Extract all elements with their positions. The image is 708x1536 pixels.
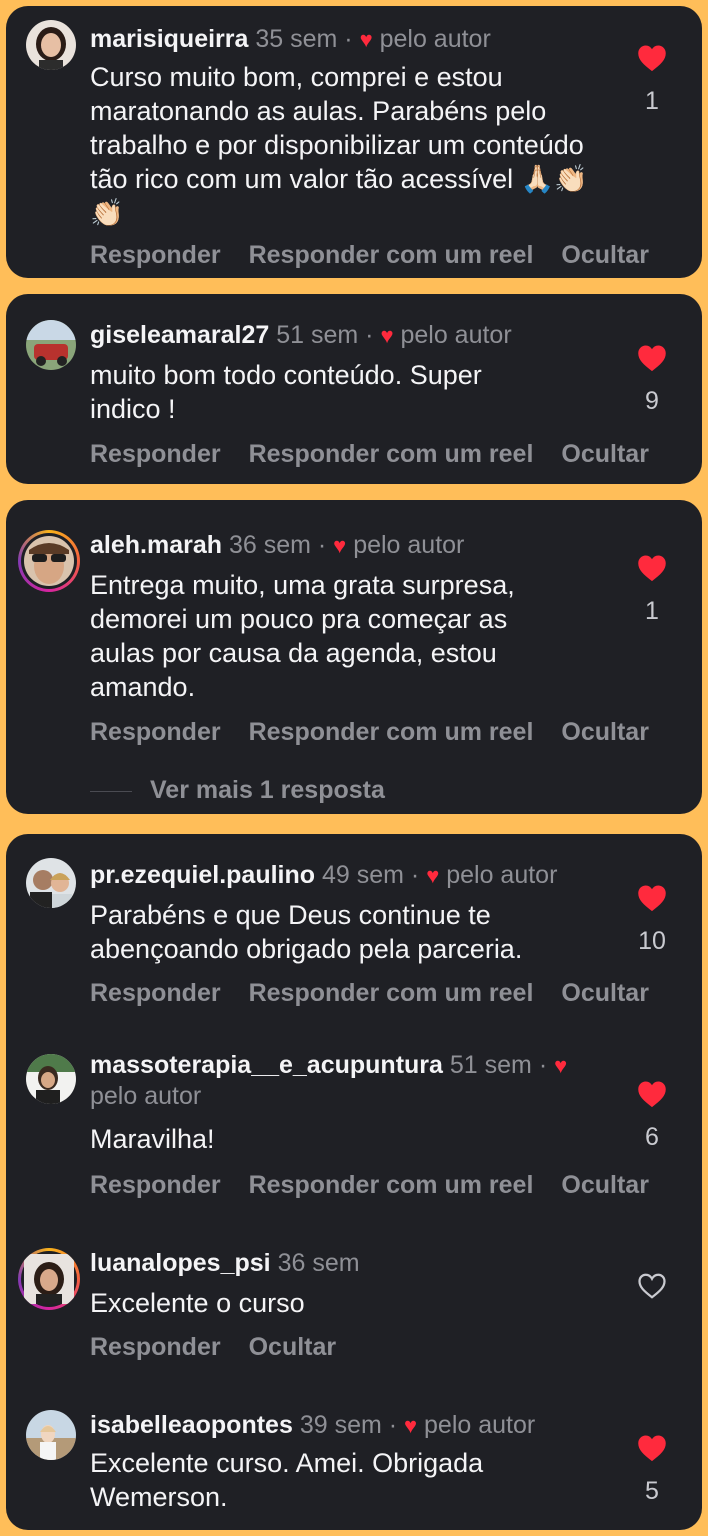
like-control: 9 xyxy=(632,344,672,416)
reply-button[interactable]: Responder xyxy=(90,1171,221,1199)
comment-header: aleh.marah 36 sem · ♥ pelo autor xyxy=(90,531,465,559)
hide-button[interactable]: Ocultar xyxy=(249,1333,337,1361)
comment-text: Maravilha! xyxy=(90,1124,215,1154)
comment-text: Excelente curso. Amei. Obrigada Wemerson… xyxy=(90,1448,484,1512)
comment-text: Excelente o curso xyxy=(90,1288,305,1318)
username[interactable]: aleh.marah xyxy=(90,531,222,559)
like-control: 1 xyxy=(632,44,672,116)
avatar[interactable] xyxy=(26,1054,76,1104)
reply-button[interactable]: Responder xyxy=(90,979,221,1007)
timestamp: 36 sem xyxy=(277,1249,360,1277)
avatar[interactable] xyxy=(26,858,76,908)
like-control xyxy=(632,1272,672,1300)
like-control: 6 xyxy=(632,1080,672,1152)
timestamp: 51 sem xyxy=(276,321,359,349)
username[interactable]: pr.ezequiel.paulino xyxy=(90,861,315,889)
username[interactable]: luanalopes_psi xyxy=(90,1249,271,1277)
liked-by-author-label: pelo autor xyxy=(90,1082,202,1110)
comment-actions: Responder Responder com um reel Ocultar xyxy=(90,1170,690,1200)
reply-button[interactable]: Responder xyxy=(90,718,221,746)
heart-outline-icon[interactable] xyxy=(637,1272,667,1300)
hide-button[interactable]: Ocultar xyxy=(561,440,649,468)
liked-by-author-label: pelo autor xyxy=(424,1411,536,1439)
liked-by-author-label: pelo autor xyxy=(446,861,558,889)
reply-with-reel-button[interactable]: Responder com um reel xyxy=(249,241,534,269)
author-heart-icon: ♥ xyxy=(359,27,373,52)
reply-with-reel-button[interactable]: Responder com um reel xyxy=(249,979,534,1007)
avatar[interactable] xyxy=(26,1410,76,1460)
hide-button[interactable]: Ocultar xyxy=(561,241,649,269)
comment-text: Entrega muito, uma grata surpresa, demor… xyxy=(90,570,515,702)
comment-actions: Responder Responder com um reel Ocultar xyxy=(90,717,690,747)
reply-with-reel-button[interactable]: Responder com um reel xyxy=(249,718,534,746)
comment-text: muito bom todo conteúdo. Super indico ! xyxy=(90,360,482,424)
divider xyxy=(90,790,132,792)
liked-by-author-label: pelo autor xyxy=(353,531,465,559)
timestamp: 49 sem xyxy=(322,861,404,889)
comment-text: Parabéns e que Deus continue te abençoan… xyxy=(90,900,523,964)
hide-button[interactable]: Ocultar xyxy=(561,718,649,746)
reply-with-reel-button[interactable]: Responder com um reel xyxy=(249,440,534,468)
like-control: 10 xyxy=(632,884,672,956)
comment-header: massoterapia__e_acupuntura 51 sem · ♥ pe… xyxy=(90,1051,568,1110)
comment-actions: Responder Responder com um reel Ocultar xyxy=(90,978,690,1008)
like-count: 1 xyxy=(645,87,659,115)
timestamp: 36 sem xyxy=(228,531,311,559)
hide-button[interactable]: Ocultar xyxy=(561,1171,649,1199)
avatar[interactable] xyxy=(26,20,76,70)
timestamp: 51 sem xyxy=(449,1051,532,1079)
comment-card: pr.ezequiel.paulino 49 sem · ♥ pelo auto… xyxy=(6,834,702,1530)
avatar-with-story-ring[interactable] xyxy=(18,530,80,592)
comment-header: marisiqueirra 35 sem · ♥ pelo autor xyxy=(90,25,491,53)
author-heart-icon: ♥ xyxy=(426,863,440,888)
comment-header: luanalopes_psi 36 sem xyxy=(90,1248,600,1278)
comment-actions: Responder Responder com um reel Ocultar xyxy=(90,439,690,469)
reply-button[interactable]: Responder xyxy=(90,1333,221,1361)
username[interactable]: giseleamaral27 xyxy=(90,321,269,349)
comment-actions: Responder Responder com um reel Ocultar xyxy=(90,240,690,270)
liked-by-author-label: pelo autor xyxy=(400,321,512,349)
username[interactable]: marisiqueirra xyxy=(90,25,248,53)
reply-button[interactable]: Responder xyxy=(90,241,221,269)
liked-by-author-label: pelo autor xyxy=(379,25,491,53)
reply-button[interactable]: Responder xyxy=(90,440,221,468)
view-more-replies-label[interactable]: Ver mais 1 resposta xyxy=(150,776,385,804)
comment-header: pr.ezequiel.paulino 49 sem · ♥ pelo auto… xyxy=(90,861,558,889)
like-control: 5 xyxy=(632,1434,672,1506)
comment-actions: Responder Ocultar xyxy=(90,1332,690,1362)
heart-filled-icon[interactable] xyxy=(637,554,667,582)
comment-header: isabelleaopontes 39 sem · ♥ pelo autor xyxy=(90,1411,536,1439)
comment-text: Curso muito bom, comprei e estou maraton… xyxy=(90,62,588,228)
author-heart-icon: ♥ xyxy=(333,533,347,558)
like-count: 1 xyxy=(645,597,659,625)
username[interactable]: isabelleaopontes xyxy=(90,1411,293,1439)
username[interactable]: massoterapia__e_acupuntura xyxy=(90,1051,443,1079)
timestamp: 35 sem xyxy=(255,25,338,53)
reply-with-reel-button[interactable]: Responder com um reel xyxy=(249,1171,534,1199)
heart-filled-icon[interactable] xyxy=(637,44,667,72)
heart-filled-icon[interactable] xyxy=(637,884,667,912)
heart-filled-icon[interactable] xyxy=(637,1080,667,1108)
hide-button[interactable]: Ocultar xyxy=(561,979,649,1007)
like-count: 5 xyxy=(645,1477,659,1505)
comment-card: giseleamaral27 51 sem · ♥ pelo autor mui… xyxy=(6,294,702,484)
like-count: 9 xyxy=(645,387,659,415)
heart-filled-icon[interactable] xyxy=(637,344,667,372)
comment-card: aleh.marah 36 sem · ♥ pelo autor Entrega… xyxy=(6,500,702,814)
comment-header: giseleamaral27 51 sem · ♥ pelo autor xyxy=(90,321,512,349)
heart-filled-icon[interactable] xyxy=(637,1434,667,1462)
author-heart-icon: ♥ xyxy=(404,1413,418,1438)
like-control: 1 xyxy=(632,554,672,626)
avatar[interactable] xyxy=(26,320,76,370)
author-heart-icon: ♥ xyxy=(554,1053,568,1078)
timestamp: 39 sem xyxy=(299,1411,382,1439)
comment-card: marisiqueirra 35 sem · ♥ pelo autor Curs… xyxy=(6,6,702,278)
avatar-with-story-ring[interactable] xyxy=(18,1248,80,1310)
like-count: 10 xyxy=(638,927,666,955)
view-more-replies[interactable]: Ver mais 1 resposta xyxy=(90,776,385,805)
like-count: 6 xyxy=(645,1123,659,1151)
author-heart-icon: ♥ xyxy=(380,323,394,348)
